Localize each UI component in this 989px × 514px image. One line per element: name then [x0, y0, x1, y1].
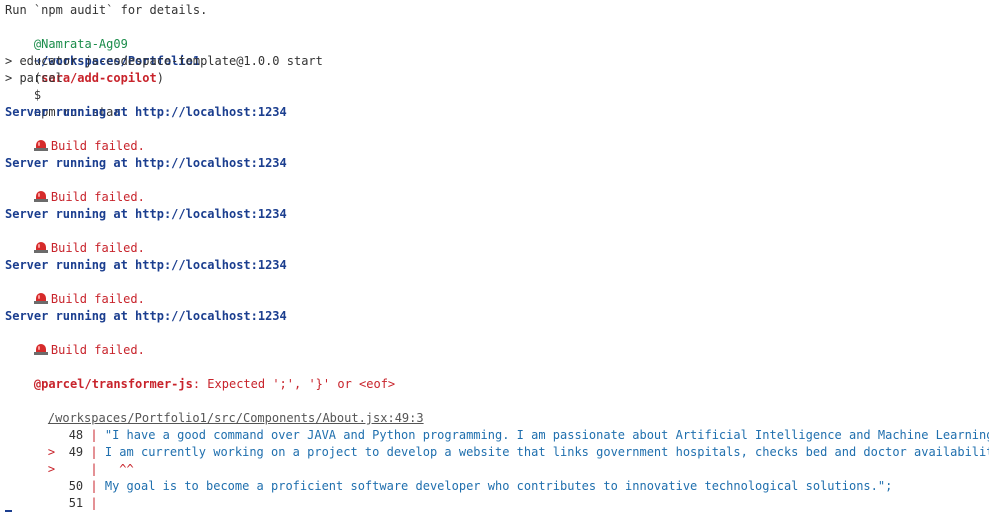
audit-hint: Run `npm audit` for details.: [5, 3, 208, 17]
build-failed-line: Build failed.: [5, 223, 145, 255]
code-frame-row: 48 | "I have a good command over JAVA an…: [19, 410, 989, 442]
script-line: > educator-js-codespace-template@1.0.0 s…: [5, 54, 323, 68]
build-failed-line: Build failed.: [5, 172, 145, 204]
server-message: Server running at http://localhost:1234: [5, 105, 287, 119]
terminal-cursor: [5, 510, 12, 512]
terminal-output[interactable]: Run `npm audit` for details. @Namrata-Ag…: [0, 0, 989, 514]
build-failed-text: Build failed.: [50, 139, 145, 153]
siren-icon: [33, 343, 48, 355]
server-message: Server running at http://localhost:1234: [5, 258, 287, 272]
shell-prompt: @Namrata-Ag09 ➜/workspaces/Portfolio1 (s…: [5, 19, 200, 119]
siren-icon: [33, 139, 48, 151]
error-plugin: @parcel/transformer-js: [33, 377, 193, 391]
server-message: Server running at http://localhost:1234: [5, 207, 287, 221]
prompt-branch-close: ): [156, 71, 164, 85]
siren-icon: [33, 241, 48, 253]
server-message: Server running at http://localhost:1234: [5, 156, 287, 170]
code-frame-row: > | ^^: [47, 462, 134, 476]
code-text: I am currently working on a project to d…: [104, 445, 989, 459]
build-failed-text: Build failed.: [50, 190, 145, 204]
code-text: My goal is to become a proficient softwa…: [104, 479, 893, 493]
build-failed-line: Build failed.: [5, 274, 145, 306]
server-message: Server running at http://localhost:1234: [5, 309, 287, 323]
script-line: > parcel: [5, 71, 63, 85]
build-failed-text: Build failed.: [50, 343, 145, 357]
build-failed-line: Build failed.: [5, 121, 145, 153]
code-frame-row: 51 |: [19, 478, 105, 510]
siren-icon: [33, 190, 48, 202]
error-message: : Expected ';', '}' or <eof>: [192, 377, 396, 391]
code-frame-marker: [48, 496, 55, 510]
siren-icon: [33, 292, 48, 304]
prompt-dollar: $: [33, 88, 42, 102]
build-failed-text: Build failed.: [50, 241, 145, 255]
error-line: @parcel/transformer-js: Expected ';', '}…: [5, 359, 395, 391]
prompt-user: @Namrata-Ag09: [33, 37, 128, 51]
line-number: 51: [68, 496, 84, 510]
build-failed-text: Build failed.: [50, 292, 145, 306]
code-frame-row: 50 | My goal is to become a proficient s…: [19, 461, 893, 493]
code-frame-row: >49 | I am currently working on a projec…: [19, 427, 989, 459]
build-failed-line: Build failed.: [5, 325, 145, 357]
error-file-link[interactable]: /workspaces/Portfolio1/src/Components/Ab…: [19, 393, 424, 425]
